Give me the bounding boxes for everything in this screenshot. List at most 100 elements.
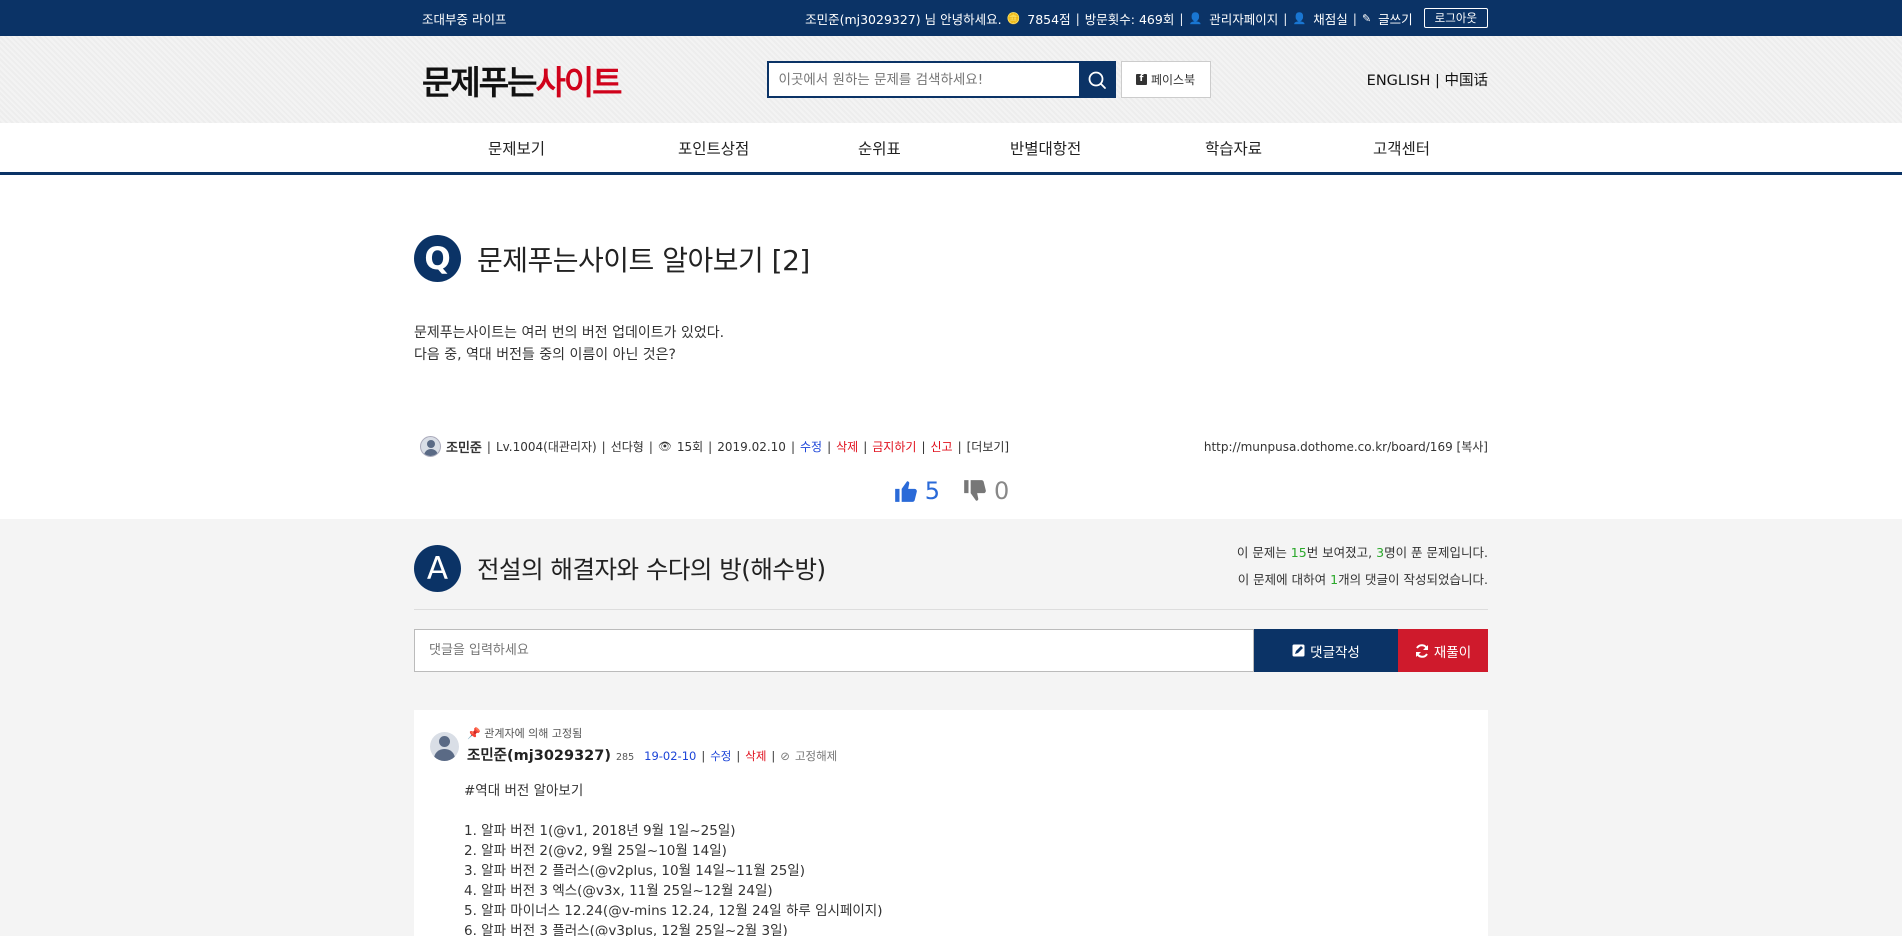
comment-date: 19-02-10	[644, 749, 697, 763]
separator: |	[827, 439, 832, 454]
question-url: http://munpusa.dothome.co.kr/board/169	[1203, 440, 1453, 454]
question-text-line: 다음 중, 역대 버전들 중의 이름이 아닌 것은?	[414, 347, 676, 363]
separator: |	[701, 749, 706, 763]
separator: |	[1283, 10, 1288, 26]
search-input[interactable]	[766, 61, 1079, 98]
lang-english-link[interactable]: ENGLISH	[1367, 73, 1431, 89]
facebook-button[interactable]: f 페이스북	[1120, 61, 1211, 98]
facebook-label: 페이스북	[1150, 73, 1196, 87]
grading-room-link[interactable]: 채점실	[1313, 9, 1348, 28]
user-points: 7854점	[1027, 11, 1071, 27]
view-count: 15회	[676, 440, 704, 454]
nav-item-point-shop[interactable]: 포인트상점	[678, 137, 749, 159]
separator: |	[790, 439, 795, 454]
comment-delete-link[interactable]: 삭제	[745, 748, 766, 764]
comment-header: 조민준(mj3029327) 285 19-02-10 | 수정 | 삭제 | …	[467, 744, 1472, 765]
like-count: 5	[924, 477, 940, 505]
nav-item-class-battle[interactable]: 반별대항전	[1010, 137, 1081, 159]
comment-author-points: 285	[615, 752, 635, 763]
nav-item-customer-center[interactable]: 고객센터	[1373, 137, 1430, 159]
logo-text-part1: 문제푸는	[422, 62, 537, 102]
comment-item: 📌 관계자에 의해 고정됨 조민준(mj3029327) 285 19-02-1…	[414, 710, 1488, 936]
thumbs-down-icon	[964, 480, 986, 501]
separator: |	[601, 439, 606, 454]
separator: |	[921, 439, 926, 454]
unpin-link[interactable]: 고정해제	[795, 748, 837, 764]
copy-url-button[interactable]: [복사]	[1457, 440, 1488, 454]
admin-page-link[interactable]: 관리자페이지	[1209, 9, 1278, 28]
delete-link[interactable]: 삭제	[836, 438, 858, 455]
author-level: Lv.1004(대관리자)	[495, 440, 597, 454]
comment-form: 댓글작성 재풀이	[414, 629, 1488, 672]
separator: |	[486, 439, 491, 454]
site-header: 문제푸는사이트 f 페이스북 ENGLISH | 中国话	[0, 36, 1902, 123]
visit-count: 방문횟수: 469회	[1084, 11, 1175, 27]
logout-button[interactable]: 로그아웃	[1423, 8, 1488, 28]
separator: |	[1179, 10, 1184, 26]
block-link[interactable]: 금지하기	[872, 438, 916, 455]
question-meta: 조민준 | Lv.1004(대관리자) | 선다형 | 👁 15회 | 2019…	[414, 436, 1488, 457]
dislike-count: 0	[994, 477, 1010, 505]
stats-text: 개의 댓글이 작성되었습니다.	[1338, 572, 1488, 587]
refresh-icon	[1415, 643, 1428, 658]
user-menu: 조민준(mj3029327) 님 안녕하세요. 🪙 7854점 | 방문횟수: …	[805, 8, 1488, 28]
ban-icon: ⊘	[780, 749, 790, 763]
thumbs-up-icon	[894, 481, 917, 502]
site-name[interactable]: 조대부중 라이프	[422, 9, 506, 28]
comment-text: #역대 버전 알아보기 1. 알파 버전 1(@v1, 2018년 9월 1일~…	[464, 783, 883, 936]
stats-text: 이 문제에 대하여	[1237, 572, 1331, 587]
stats-text: 명이 푼 문제입니다.	[1384, 545, 1488, 560]
user-check-icon: 👤	[1292, 11, 1307, 25]
nav-item-study-materials[interactable]: 학습자료	[1205, 137, 1262, 159]
separator: |	[1435, 73, 1445, 89]
language-switcher: ENGLISH | 中国话	[1367, 69, 1488, 90]
retry-label: 재풀이	[1433, 644, 1472, 661]
comment-edit-link[interactable]: 수정	[710, 748, 731, 764]
question-badge: Q	[414, 235, 461, 282]
coin-icon: 🪙	[1006, 11, 1021, 25]
search-button[interactable]	[1078, 61, 1116, 98]
top-bar: 조대부중 라이프 조민준(mj3029327) 님 안녕하세요. 🪙 7854점…	[0, 0, 1902, 36]
facebook-icon: f	[1135, 74, 1147, 85]
dislike-button[interactable]: 0	[962, 477, 1009, 505]
user-greeting: 조민준(mj3029327) 님 안녕하세요.	[805, 11, 1002, 27]
edit-icon	[1292, 644, 1305, 657]
question-title: 문제푸는사이트 알아보기 [2]	[477, 243, 810, 277]
pin-icon: 📌	[467, 727, 481, 740]
separator: |	[771, 749, 776, 763]
lang-chinese-link[interactable]: 中国话	[1445, 73, 1489, 89]
question-text-line: 문제푸는사이트는 여러 번의 버전 업데이트가 있었다.	[414, 325, 725, 341]
nav-item-problems[interactable]: 문제보기	[488, 137, 545, 159]
avatar	[430, 732, 459, 761]
separator: |	[1075, 10, 1080, 26]
avatar	[420, 436, 441, 457]
pinned-label: 관계자에 의해 고정됨	[484, 727, 583, 740]
nav-item-ranking[interactable]: 순위표	[858, 137, 901, 159]
comment-input[interactable]	[414, 629, 1254, 672]
site-logo[interactable]: 문제푸는사이트	[422, 56, 623, 104]
write-comment-button[interactable]: 댓글작성	[1254, 629, 1398, 672]
eye-icon: 👁	[657, 440, 672, 453]
stats-text: 번 보여졌고,	[1306, 545, 1377, 560]
separator: |	[1352, 10, 1357, 26]
question-author[interactable]: 조민준	[446, 437, 482, 456]
problem-stats: 이 문제는 15번 보여졌고, 3명이 푼 문제입니다. 이 문제에 대하여 1…	[1237, 539, 1488, 609]
separator: |	[957, 439, 962, 454]
pinned-notice: 📌 관계자에 의해 고정됨	[467, 725, 1472, 741]
separator: |	[708, 439, 713, 454]
like-button[interactable]: 5	[893, 477, 940, 505]
search-icon	[1088, 71, 1106, 89]
share-url: http://munpusa.dothome.co.kr/board/169 […	[1204, 438, 1488, 455]
report-link[interactable]: 신고	[930, 438, 952, 455]
main-nav: 문제보기 포인트상점 순위표 반별대항전 학습자료 고객센터	[0, 123, 1902, 175]
vote-bar: 5 0	[414, 477, 1488, 505]
edit-link[interactable]: 수정	[800, 438, 822, 455]
question-section: Q 문제푸는사이트 알아보기 [2] 문제푸는사이트는 여러 번의 버전 업데이…	[414, 175, 1488, 505]
write-link[interactable]: 글쓰기	[1378, 9, 1413, 28]
more-link[interactable]: [더보기]	[967, 438, 1009, 455]
question-type: 선다형	[610, 440, 644, 454]
answer-badge: A	[414, 545, 461, 592]
answer-title: 전설의 해결자와 수다의 방(해수방)	[477, 555, 826, 584]
retry-button[interactable]: 재풀이	[1398, 629, 1488, 672]
comment-author[interactable]: 조민준(mj3029327)	[467, 744, 611, 765]
